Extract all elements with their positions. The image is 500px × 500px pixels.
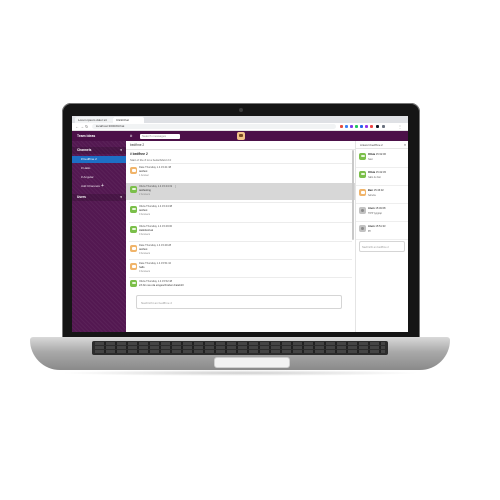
thread-panel: Antwort bedfhne 2 × Olivia 15:32:06 hast…	[355, 141, 408, 332]
message-row[interactable]: Date Thursday 1.4 15:51:10 hallo 0 Answe…	[126, 259, 355, 277]
message-options-icon[interactable]: ⋮	[174, 184, 177, 188]
users-section-header[interactable]: Users ▾	[72, 194, 126, 201]
hash-icon[interactable]: #	[130, 131, 132, 141]
answers-link[interactable]: 0 Answers	[139, 233, 150, 236]
message-row[interactable]: Olivia Thursday 1.4 15:49:00 Hallofestiv…	[126, 222, 355, 241]
message-row-highlighted[interactable]: Olivia Thursday 1.4 15:44:19 ⋮ testfesti…	[126, 183, 355, 200]
thread-reply: Anon 15:49:08 TIPP typgrap	[356, 204, 408, 222]
team-name: Team ideas	[77, 134, 96, 138]
back-icon[interactable]: ←	[75, 124, 79, 129]
browser-tab-bar: Lorem ipsum dolor sit ClickChat	[72, 116, 408, 123]
chat-main: bedfhne 2 # bedfhne 2 Start of the # ist…	[126, 141, 359, 332]
extension-icon[interactable]	[340, 125, 343, 128]
search-input[interactable]: Search messages	[140, 133, 180, 139]
thread-reply: Olivia 15:42:45 hallo du bist	[356, 168, 408, 186]
sidebar-item-angular[interactable]: # Angular	[72, 174, 126, 181]
thread-header: Antwort bedfhne 2 ×	[356, 141, 408, 149]
avatar[interactable]	[130, 245, 137, 252]
message-text: hallo	[139, 266, 145, 269]
thread-reply: Ben 15:46:32 hehehe	[356, 186, 408, 204]
address-field[interactable]: localhost:3000/#/chat	[92, 124, 336, 129]
menu-icon[interactable]: ⋮	[398, 124, 402, 129]
extension-icon[interactable]	[376, 125, 379, 128]
avatar[interactable]	[130, 186, 137, 193]
message-row[interactable]: Date Thursday 1.4 15:49:28 testfest 0 An…	[126, 241, 355, 259]
avatar[interactable]	[130, 280, 137, 287]
extension-icon[interactable]	[345, 125, 348, 128]
extension-icon[interactable]	[382, 125, 385, 128]
answers-link[interactable]: 1 Answer	[139, 174, 149, 177]
thread-composer-input[interactable]: Nachricht an bedfhne 2	[359, 241, 405, 252]
thread-reply: Olivia 15:32:06 hast	[356, 150, 408, 168]
answers-link[interactable]: 0 Answers	[139, 252, 150, 255]
webcam	[239, 108, 243, 112]
avatar[interactable]	[359, 207, 366, 214]
message-meta: Olivia Thursday 1.4 15:44:19	[139, 185, 173, 188]
app-header: Team ideas # Search messages	[72, 131, 408, 141]
message-meta: Olivia Thursday 1.4 15:52:48	[139, 280, 173, 283]
avatar[interactable]	[359, 153, 366, 160]
message-row[interactable]: Olivia Thursday 1.4 15:44:38 testfest 0 …	[126, 202, 355, 222]
avatar[interactable]	[359, 189, 366, 196]
sidebar-item-bedfhne-2[interactable]: # bedfhne 2	[72, 156, 126, 163]
browser-url-bar: ← → ↻ localhost:3000/#/chat ⋮	[72, 123, 408, 131]
message-row[interactable]: Date Thursday 1.4 15:41:38 testfest 1 An…	[126, 163, 355, 183]
reply-text: hallo du bist	[368, 176, 381, 179]
sidebar: Channels ▾ # bedfhne 2 # Hallo # Angular…	[72, 141, 126, 332]
avatar[interactable]	[130, 167, 137, 174]
channel-intro: Start of the # ist a bedarfsfeld 2.0	[130, 158, 172, 162]
extension-icon[interactable]	[355, 125, 358, 128]
channel-title: # bedfhne 2	[130, 152, 148, 156]
keyboard	[92, 341, 388, 355]
message-text: testfesting	[139, 189, 151, 192]
avatar[interactable]	[130, 263, 137, 270]
reload-icon[interactable]: ↻	[85, 124, 88, 129]
reply-text: ffff	[368, 230, 371, 233]
reply-text: hehehe	[368, 194, 376, 197]
message-meta: Date Thursday 1.4 15:41:38	[139, 166, 172, 169]
avatar[interactable]	[130, 226, 137, 233]
reply-text: TIPP typgrap	[368, 212, 382, 215]
thread-title: Antwort bedfhne 2	[360, 143, 383, 147]
avatar[interactable]	[359, 171, 366, 178]
message-row[interactable]: Olivia Thursday 1.4 15:52:48 ich bin neu…	[126, 277, 355, 291]
answers-link[interactable]: 2 Answers	[139, 193, 150, 196]
thread-reply: Anon 15:51:33 ffff	[356, 222, 408, 240]
sidebar-item-hallo[interactable]: # Hallo	[72, 165, 126, 172]
add-channel-icon[interactable]: +	[101, 183, 104, 190]
chevron-down-icon[interactable]: ▾	[120, 194, 122, 201]
extension-icon[interactable]	[365, 125, 368, 128]
forward-icon[interactable]: →	[80, 124, 84, 129]
scrollbar[interactable]	[352, 150, 354, 240]
laptop-shadow	[60, 370, 420, 376]
laptop-screen: Lorem ipsum dolor sit ClickChat ← → ↻ lo…	[72, 116, 408, 332]
message-meta: Date Thursday 1.4 15:51:10	[139, 262, 172, 265]
channel-header: bedfhne 2	[126, 141, 359, 150]
message-meta: Olivia Thursday 1.4 15:49:00	[139, 225, 173, 228]
message-text: testfest	[139, 209, 148, 212]
message-meta: Olivia Thursday 1.4 15:44:38	[139, 205, 173, 208]
extension-icon[interactable]	[360, 125, 363, 128]
extension-icon[interactable]	[350, 125, 353, 128]
message-text: Hallofestival	[139, 229, 153, 232]
channels-section-header[interactable]: Channels ▾	[72, 147, 126, 154]
add-channels-link[interactable]: Add Channels	[72, 183, 126, 190]
trackpad	[214, 357, 290, 368]
message-meta: Date Thursday 1.4 15:49:28	[139, 244, 172, 247]
answers-link[interactable]: 0 Answers	[139, 213, 150, 216]
close-icon[interactable]: ×	[404, 141, 406, 149]
reply-text: hast	[368, 158, 373, 161]
app-logo-icon	[237, 132, 245, 140]
message-text: ich bin neu da eingeschrieben Fatebrill	[139, 284, 184, 287]
message-text: testfest	[139, 170, 148, 173]
avatar[interactable]	[130, 206, 137, 213]
extension-icon[interactable]	[370, 125, 373, 128]
chevron-down-icon[interactable]: ▾	[120, 147, 122, 154]
answers-link[interactable]: 0 Answers	[139, 270, 150, 273]
message-composer-input[interactable]: Nachricht an bedfhne 2	[136, 295, 342, 309]
message-text: testfest	[139, 248, 148, 251]
avatar[interactable]	[359, 225, 366, 232]
